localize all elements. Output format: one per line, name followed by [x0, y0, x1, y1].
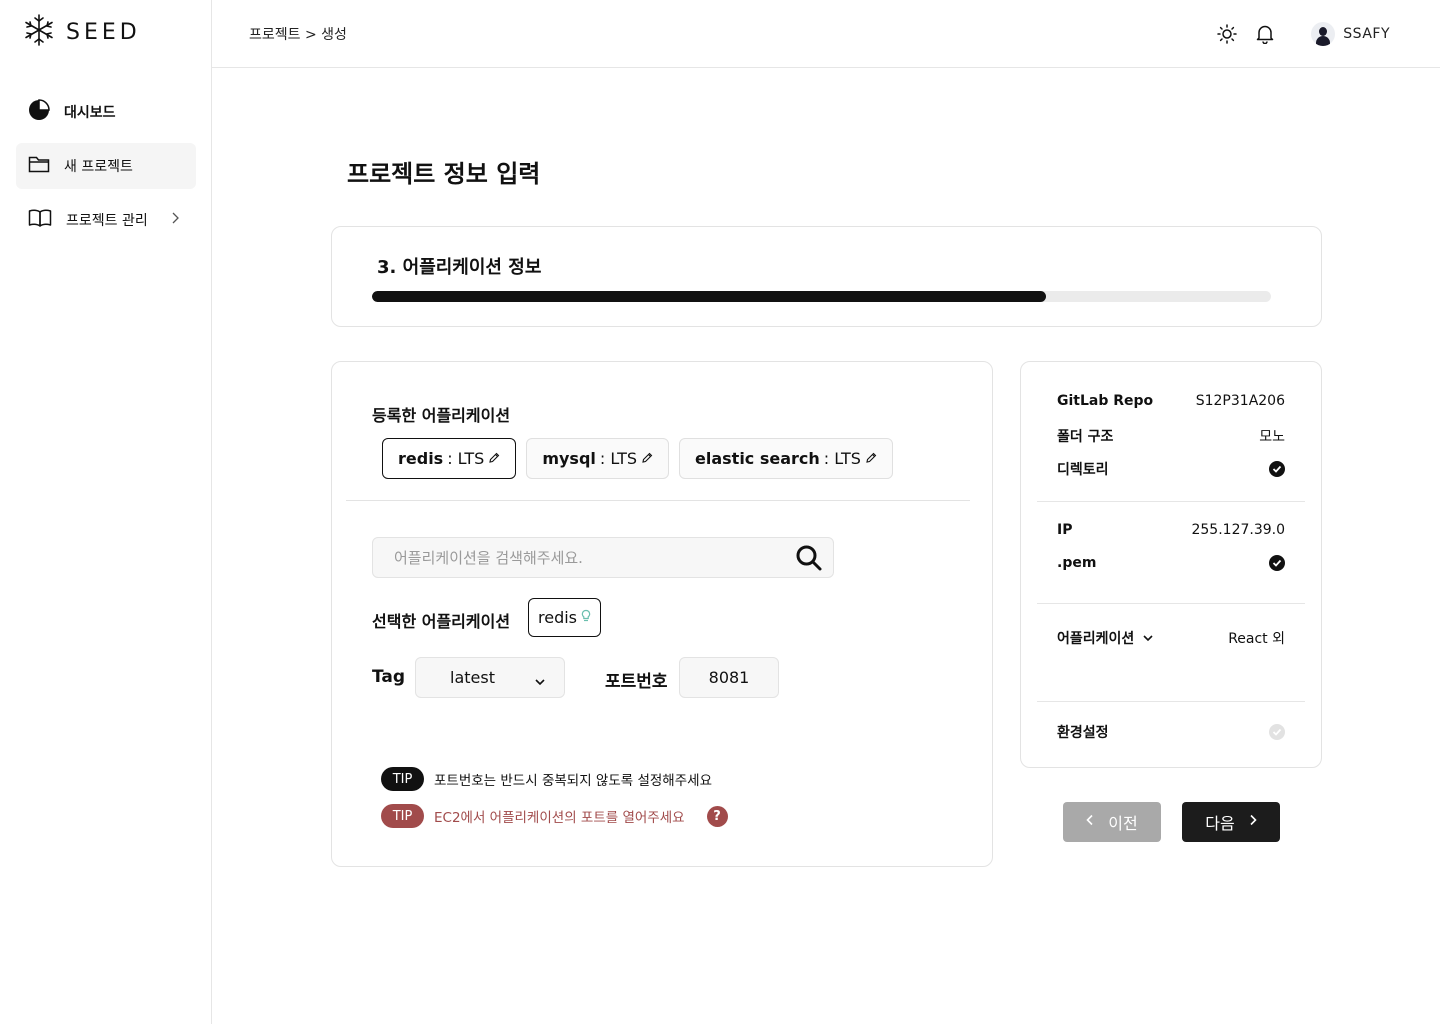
port-input[interactable]: [679, 657, 779, 698]
header-actions: SSAFY: [1217, 20, 1390, 48]
search-icon[interactable]: [795, 544, 823, 576]
book-icon: [28, 208, 52, 232]
step-card: 3. 어플리케이션 정보: [331, 226, 1322, 327]
selected-app-name: redis: [538, 608, 578, 627]
tag-select-value: latest: [450, 668, 495, 687]
tag-label: Tag: [372, 667, 406, 687]
sun-icon[interactable]: [1217, 20, 1238, 48]
prev-button-label: 이전: [1108, 816, 1138, 833]
application-form-card: 등록한 어플리케이션 redis : LTS mysql : LTS elast…: [331, 361, 993, 867]
divider: [1037, 501, 1305, 502]
prev-button[interactable]: 이전: [1063, 802, 1161, 842]
summary-row-gitlab: GitLab Repo S12P31A206: [1057, 393, 1285, 409]
logo[interactable]: SEED: [24, 14, 141, 50]
help-icon[interactable]: ?: [706, 805, 728, 827]
sidebar-item-label: 새 프로젝트: [64, 159, 133, 175]
tip-text: 포트번호는 반드시 중복되지 않도록 설정해주세요: [434, 773, 712, 789]
summary-value: S12P31A206: [1195, 393, 1285, 409]
tip-row-warning: TIP EC2에서 어플리케이션의 포트를 열어주세요 ?: [381, 804, 728, 828]
app-chip-mysql[interactable]: mysql : LTS: [526, 438, 670, 479]
summary-value: 모노: [1259, 429, 1285, 445]
lightbulb-icon: [581, 608, 591, 627]
snowflake-icon: [24, 14, 54, 50]
page-title: 프로젝트 정보 입력: [347, 160, 541, 188]
user-menu[interactable]: SSAFY: [1311, 22, 1390, 46]
port-label: 포트번호: [605, 672, 668, 692]
search-input[interactable]: [373, 538, 793, 577]
summary-key: 폴더 구조: [1057, 429, 1114, 445]
chevron-down-icon: [1142, 630, 1154, 646]
tip-text: EC2에서 어플리케이션의 포트를 열어주세요: [434, 810, 685, 826]
summary-key: 디렉토리: [1057, 462, 1109, 478]
app-search: [372, 537, 834, 578]
summary-key: IP: [1057, 522, 1073, 538]
chevron-left-icon: [1086, 813, 1094, 831]
folder-icon: [28, 154, 50, 178]
summary-value: React 외: [1228, 631, 1285, 647]
app-chip-elastic-search[interactable]: elastic search : LTS: [679, 438, 893, 479]
divider: [1037, 603, 1305, 604]
registered-apps-label: 등록한 어플리케이션: [372, 406, 511, 425]
pencil-icon[interactable]: [641, 449, 653, 468]
next-button-label: 다음: [1205, 816, 1235, 833]
avatar: [1311, 22, 1336, 46]
selected-app-label: 선택한 어플리케이션: [372, 612, 511, 631]
sidebar: SEED 대시보드 새 프로젝트 프로젝트 관리: [0, 0, 212, 1024]
breadcrumb: 프로젝트 > 생성: [249, 27, 347, 43]
sidebar-item-dashboard[interactable]: 대시보드: [16, 89, 196, 135]
check-circle-icon: [1269, 555, 1285, 571]
registered-apps-list: redis : LTS mysql : LTS elastic search :…: [382, 438, 893, 479]
chevron-right-icon: [170, 211, 180, 229]
summary-key: 환경설정: [1057, 725, 1109, 741]
selected-app-chip[interactable]: redis: [528, 598, 602, 637]
app-chip-version: : LTS: [447, 449, 485, 468]
summary-key: GitLab Repo: [1057, 393, 1154, 409]
app-chip-name: elastic search: [695, 449, 820, 468]
top-header: 프로젝트 > 생성 SSAFY: [212, 0, 1440, 68]
sidebar-item-new-project[interactable]: 새 프로젝트: [16, 143, 196, 189]
divider: [346, 500, 970, 501]
pencil-icon[interactable]: [865, 449, 877, 468]
sidebar-item-label: 대시보드: [64, 105, 116, 121]
summary-row-env: 환경설정: [1057, 722, 1285, 742]
tip-badge: TIP: [381, 804, 424, 828]
step-title: 3. 어플리케이션 정보: [377, 257, 542, 278]
summary-row-ip: IP 255.127.39.0: [1057, 522, 1285, 538]
tip-row: TIP 포트번호는 반드시 중복되지 않도록 설정해주세요: [381, 767, 712, 791]
apps-dropdown-toggle[interactable]: 어플리케이션: [1057, 628, 1154, 648]
summary-key: .pem: [1057, 555, 1097, 571]
logo-text: SEED: [66, 19, 141, 45]
app-chip-redis[interactable]: redis : LTS: [382, 438, 517, 479]
summary-row-folder: 폴더 구조 모노: [1057, 426, 1285, 446]
summary-card: GitLab Repo S12P31A206 폴더 구조 모노 디렉토리 IP …: [1020, 361, 1322, 768]
summary-row-pem: .pem: [1057, 555, 1285, 571]
divider: [1037, 701, 1305, 702]
sidebar-item-project-manage[interactable]: 프로젝트 관리: [16, 197, 196, 243]
progress-fill: [372, 291, 1047, 302]
username: SSAFY: [1343, 26, 1390, 42]
app-chip-version: : LTS: [599, 449, 638, 468]
check-circle-icon: [1269, 724, 1285, 740]
check-circle-icon: [1269, 461, 1285, 477]
progress-bar: [372, 291, 1271, 302]
summary-row-directory: 디렉토리: [1057, 459, 1285, 479]
bell-icon[interactable]: [1255, 20, 1275, 48]
tag-select[interactable]: latest: [415, 657, 565, 698]
pie-chart-icon: [28, 99, 50, 125]
next-button[interactable]: 다음: [1182, 802, 1280, 842]
sidebar-item-label: 프로젝트 관리: [66, 213, 148, 229]
pencil-icon[interactable]: [488, 449, 500, 468]
summary-row-apps: 어플리케이션 React 외: [1057, 628, 1285, 648]
chevron-right-icon: [1249, 813, 1257, 831]
app-chip-name: mysql: [542, 449, 596, 468]
summary-key: 어플리케이션: [1057, 631, 1135, 647]
tip-badge: TIP: [381, 767, 424, 791]
app-chip-name: redis: [398, 449, 444, 468]
app-chip-version: : LTS: [823, 449, 861, 468]
chevron-down-icon: [534, 672, 546, 691]
summary-value: 255.127.39.0: [1191, 522, 1285, 538]
